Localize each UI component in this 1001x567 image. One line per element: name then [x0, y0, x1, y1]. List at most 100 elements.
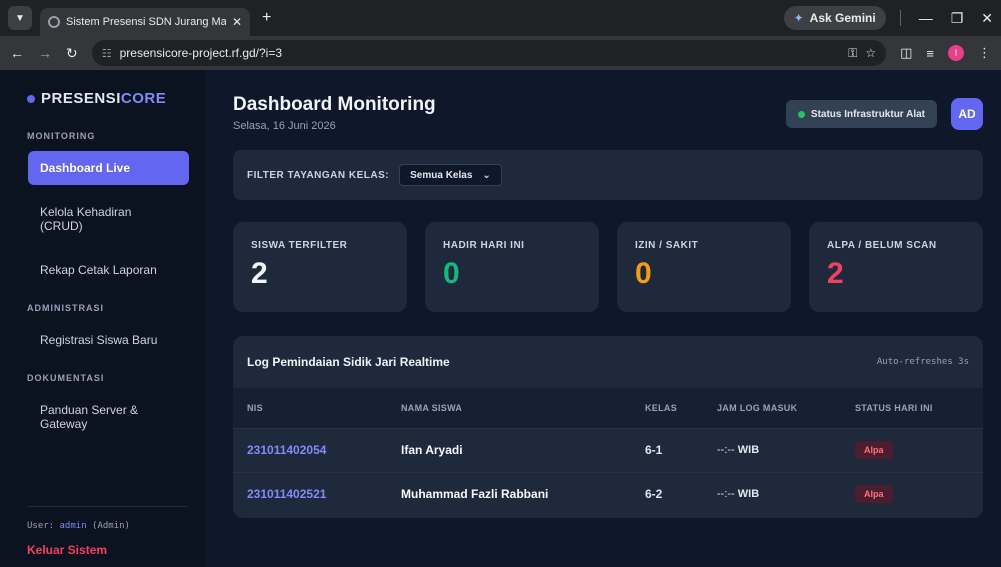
stat-label: ALPA / BELUM SCAN [827, 240, 937, 251]
table-row: 231011402521 Muhammad Fazli Rabbani 6-2 … [233, 471, 983, 516]
log-header: Log Pemindaian Sidik Jari Realtime Auto-… [233, 336, 983, 388]
section-label-monitoring: MONITORING [27, 131, 96, 141]
class-filter-select[interactable]: Semua Kelas ⌄ [399, 164, 502, 186]
back-arrow-icon[interactable]: ← [10, 45, 24, 61]
forward-arrow-icon[interactable]: → [38, 45, 52, 61]
minimize-icon[interactable]: — [919, 10, 933, 26]
close-tab-icon[interactable]: ✕ [232, 15, 242, 29]
table-header-row: NIS NAMA SISWA KELAS JAM LOG MASUK STATU… [233, 388, 983, 428]
page-title: Dashboard Monitoring [233, 94, 436, 115]
reload-icon[interactable]: ↻ [66, 45, 78, 62]
stats-row: SISWA TERFILTER 2 HADIR HARI INI 0 IZIN … [233, 222, 983, 312]
stat-card-izin-sakit: IZIN / SAKIT 0 [617, 222, 791, 312]
new-tab-plus-icon[interactable]: + [262, 9, 271, 27]
sidebar-footer: User: admin (Admin) Keluar Sistem [27, 506, 188, 567]
stat-label: IZIN / SAKIT [635, 240, 699, 251]
fingerprint-log-panel: Log Pemindaian Sidik Jari Realtime Auto-… [233, 336, 983, 518]
main-content: Dashboard Monitoring Selasa, 16 Juni 202… [207, 70, 1001, 567]
app-root: PRESENSICORE MONITORING Dashboard Live K… [0, 70, 1001, 567]
sidebar-item-dashboard-live[interactable]: Dashboard Live [28, 151, 189, 185]
status-cell: Alpa [841, 471, 983, 516]
browser-tab[interactable]: Sistem Presensi SDN Jurang Ma ✕ [40, 8, 250, 36]
column-header-nis: NIS [233, 388, 387, 428]
sidebar-item-rekap-laporan[interactable]: Rekap Cetak Laporan [28, 253, 189, 287]
brand-logo: PRESENSICORE [18, 90, 188, 107]
student-name: Muhammad Fazli Rabbani [387, 471, 631, 516]
sidebar-item-label: Registrasi Siswa Baru [40, 333, 158, 347]
password-key-icon[interactable]: ⚿ [848, 46, 857, 61]
page-header: Dashboard Monitoring Selasa, 16 Juni 202… [233, 94, 983, 132]
sidebar-item-kelola-kehadiran[interactable]: Kelola Kehadiran (CRUD) [28, 195, 189, 243]
browser-menu-icon[interactable]: ⋮ [978, 45, 991, 61]
sidebar-item-label: Rekap Cetak Laporan [40, 263, 157, 277]
status-cell: Alpa [841, 427, 983, 472]
sidebar-item-label: Panduan Server & Gateway [40, 403, 139, 431]
sidebar-item-label: Kelola Kehadiran (CRUD) [40, 205, 132, 233]
status-badge: Alpa [855, 441, 893, 459]
nis-link[interactable]: 231011402521 [233, 471, 387, 516]
user-avatar[interactable]: AD [951, 98, 983, 130]
table-row: 231011402054 Ifan Aryadi 6-1 --:-- WIB A… [233, 427, 983, 472]
stat-card-siswa-terfiltered: SISWA TERFILTER 2 [233, 222, 407, 312]
tab-search-chevron-icon[interactable]: ▼ [8, 6, 32, 30]
browser-tabbar: ▼ Sistem Presensi SDN Jurang Ma ✕ + ✦ As… [0, 0, 1001, 36]
student-name: Ifan Aryadi [387, 427, 631, 472]
section-label-dokumentasi: DOKUMENTASI [27, 373, 105, 383]
sidebar-item-registrasi-siswa[interactable]: Registrasi Siswa Baru [28, 323, 189, 357]
brand-dot-icon [27, 94, 35, 103]
profile-avatar[interactable]: I [948, 45, 964, 61]
nis-link[interactable]: 231011402054 [233, 427, 387, 472]
extensions-puzzle-icon[interactable]: ◫ [900, 45, 912, 61]
ask-gemini-button[interactable]: ✦ Ask Gemini [783, 6, 886, 30]
class-filter-bar: FILTER TAYANGAN KELAS: Semua Kelas ⌄ [233, 150, 983, 200]
log-time-value: --:-- [717, 444, 735, 456]
log-table: NIS NAMA SISWA KELAS JAM LOG MASUK STATU… [233, 388, 983, 516]
stat-value: 0 [443, 257, 460, 290]
page-date: Selasa, 16 Juni 2026 [233, 120, 336, 132]
address-bar[interactable]: ☷ presensicore-project.rf.gd/?i=3 ⚿ ☆ [91, 40, 887, 66]
infrastructure-status-label: Status Infrastruktur Alat [810, 108, 925, 120]
status-badge: Alpa [855, 485, 893, 504]
bookmark-star-icon[interactable]: ☆ [865, 46, 876, 60]
infrastructure-status-button[interactable]: Status Infrastruktur Alat [785, 100, 937, 128]
browser-toolbar: ← → ↻ ☷ presensicore-project.rf.gd/?i=3 … [0, 36, 1001, 70]
log-time: --:-- WIB [703, 427, 841, 472]
log-time-value: --:-- [717, 488, 735, 501]
logout-link[interactable]: Keluar Sistem [27, 543, 188, 557]
globe-icon [48, 16, 60, 28]
gemini-sparkle-icon: ✦ [793, 11, 804, 25]
stat-label: SISWA TERFILTER [251, 240, 348, 251]
user-name: admin [59, 521, 87, 531]
reading-list-icon[interactable]: ≡ [926, 46, 934, 61]
student-class: 6-2 [631, 471, 703, 516]
stat-card-alpa: ALPA / BELUM SCAN 2 [809, 222, 983, 312]
user-prefix: User: [27, 521, 55, 531]
stat-card-hadir: HADIR HARI INI 0 [425, 222, 599, 312]
user-info: User: admin (Admin) [27, 521, 188, 531]
column-header-status: STATUS HARI INI [841, 388, 983, 428]
column-header-jam: JAM LOG MASUK [703, 388, 841, 428]
sidebar: PRESENSICORE MONITORING Dashboard Live K… [0, 70, 207, 567]
log-time: --:-- WIB [703, 471, 841, 516]
sidebar-item-panduan-server[interactable]: Panduan Server & Gateway [28, 393, 189, 441]
stat-label: HADIR HARI INI [443, 240, 525, 251]
close-window-icon[interactable]: ✕ [981, 10, 993, 27]
chevron-down-icon: ⌄ [482, 169, 491, 181]
timezone-label: WIB [737, 444, 760, 456]
stat-value: 0 [635, 257, 652, 290]
ask-gemini-label: Ask Gemini [809, 11, 876, 25]
site-settings-icon[interactable]: ☷ [102, 47, 112, 60]
log-title: Log Pemindaian Sidik Jari Realtime [247, 355, 450, 369]
user-role: (Admin) [92, 521, 130, 531]
column-header-nama: NAMA SISWA [387, 388, 631, 428]
class-filter-label: FILTER TAYANGAN KELAS: [247, 169, 390, 181]
page-titles: Dashboard Monitoring Selasa, 16 Juni 202… [233, 94, 786, 132]
status-online-dot-icon [797, 110, 805, 118]
auto-refresh-label: Auto-refreshes 3s [876, 357, 969, 367]
brand-accent: CORE [120, 90, 167, 107]
stat-value: 2 [827, 257, 844, 290]
restore-icon[interactable]: ❐ [951, 10, 964, 27]
class-filter-value: Semua Kelas [410, 169, 473, 181]
column-header-kelas: KELAS [631, 388, 703, 428]
url-text[interactable]: presensicore-project.rf.gd/?i=3 [120, 46, 841, 60]
